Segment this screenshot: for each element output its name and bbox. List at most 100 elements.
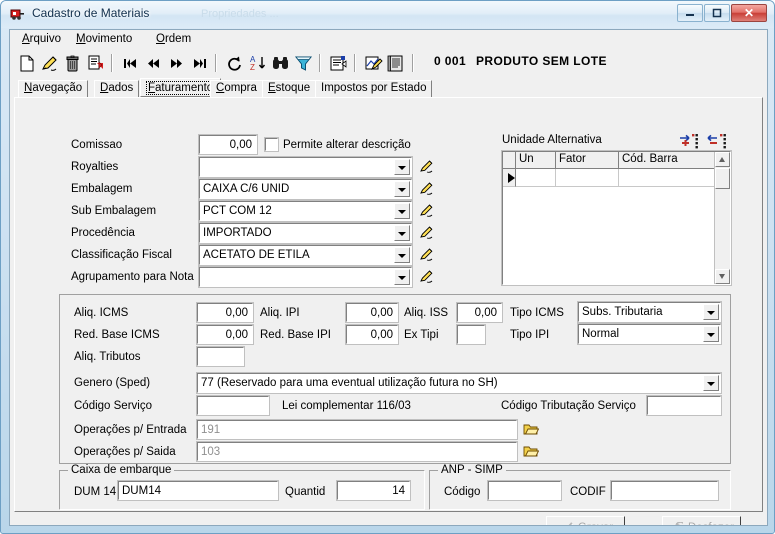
tipo-icms-combo[interactable]: Subs. Tributaria	[577, 301, 722, 323]
edit-pencil-icon[interactable]	[419, 159, 435, 174]
cell-cod-barra[interactable]	[619, 169, 717, 187]
edit-pencil-icon[interactable]	[419, 203, 435, 218]
chevron-down-icon[interactable]	[703, 375, 719, 391]
minimize-button[interactable]	[677, 4, 703, 22]
scroll-down-icon[interactable]	[715, 269, 730, 284]
anp-codif-input[interactable]	[610, 480, 719, 501]
anp-codigo-input[interactable]	[487, 480, 562, 501]
label-agrupamento-para-nota: Agrupamento para Nota	[71, 271, 194, 283]
refresh-icon[interactable]	[224, 53, 245, 74]
toolbar-separator	[111, 54, 113, 72]
undo-button[interactable]: Desfazer	[662, 516, 741, 525]
grid-header-fator[interactable]: Fator	[556, 152, 619, 169]
next-record-icon[interactable]	[166, 53, 187, 74]
close-icon: ✕	[743, 6, 755, 20]
menu-arquivo[interactable]: Arquivo	[18, 33, 65, 45]
edit-pencil-icon[interactable]	[419, 181, 435, 196]
cell-fator[interactable]	[556, 169, 619, 187]
tab-compra[interactable]: Compra	[210, 80, 263, 97]
list-report-icon[interactable]	[386, 53, 407, 74]
codigo-servico-input[interactable]	[196, 395, 270, 416]
tipo-icms-value: Subs. Tributaria	[582, 306, 663, 318]
chevron-down-icon[interactable]	[394, 269, 410, 285]
filter-funnel-icon[interactable]	[293, 53, 314, 74]
red-base-icms-input[interactable]: 0,00	[196, 324, 254, 345]
red-base-ipi-input[interactable]: 0,00	[345, 324, 399, 345]
permite-alterar-descricao-checkbox[interactable]	[264, 137, 279, 152]
save-button[interactable]: Gravar	[546, 516, 625, 525]
grid-header-un[interactable]: Un	[516, 152, 556, 169]
aliq-tributos-input[interactable]	[196, 346, 245, 367]
folder-open-icon[interactable]	[523, 444, 539, 458]
sub-embalagem-combo[interactable]: PCT COM 12	[198, 200, 413, 222]
tab-impostos-por-estado[interactable]: Impostos por Estado	[315, 80, 433, 97]
ex-tipi-input[interactable]	[456, 324, 486, 345]
properties-icon[interactable]	[328, 53, 349, 74]
tipo-ipi-combo[interactable]: Normal	[577, 323, 722, 345]
aliq-ipi-input[interactable]: 0,00	[345, 302, 399, 323]
remove-row-icon[interactable]	[707, 133, 727, 149]
sort-az-icon[interactable]: A Z	[247, 53, 268, 74]
edit-pencil-icon[interactable]	[39, 53, 60, 74]
chevron-down-icon[interactable]	[394, 159, 410, 175]
dum14-input[interactable]: DUM14	[117, 480, 279, 501]
tab-dados[interactable]: Dados	[94, 80, 140, 97]
aliq-iss-input[interactable]: 0,00	[456, 302, 503, 323]
edit-pencil-icon[interactable]	[419, 225, 435, 240]
previous-record-icon[interactable]	[143, 53, 164, 74]
operacoes-saida-input[interactable]: 103	[196, 441, 518, 462]
grid-vertical-scrollbar[interactable]	[714, 152, 730, 284]
cancel-document-icon[interactable]	[85, 53, 106, 74]
tab-estoque[interactable]: Estoque	[262, 80, 317, 97]
label-aliq-icms: Aliq. ICMS	[74, 307, 129, 319]
chevron-down-icon[interactable]	[394, 203, 410, 219]
scrollbar-thumb[interactable]	[715, 168, 730, 189]
table-row[interactable]	[503, 169, 730, 187]
edit-pencil-icon[interactable]	[419, 269, 435, 284]
unidade-alternativa-grid[interactable]: Un Fator Cód. Barra	[501, 150, 732, 286]
report-edit-icon[interactable]	[363, 53, 384, 74]
maximize-button[interactable]	[704, 4, 730, 22]
label-operacoes-saida: Operações p/ Saida	[74, 446, 176, 458]
grid-header-cod-barra[interactable]: Cód. Barra	[619, 152, 717, 169]
embalagem-combo[interactable]: CAIXA C/6 UNID	[198, 178, 413, 200]
operacoes-entrada-input[interactable]: 191	[196, 419, 518, 440]
cell-un[interactable]	[516, 169, 556, 187]
edit-pencil-icon[interactable]	[419, 247, 435, 262]
label-ex-tipi: Ex Tipi	[404, 329, 439, 341]
close-button[interactable]: ✕	[731, 4, 767, 22]
chevron-down-icon[interactable]	[394, 181, 410, 197]
toolbar-separator	[354, 54, 356, 72]
comissao-input[interactable]: 0,00	[198, 134, 258, 155]
title-bar[interactable]: Propriedades ... Cadastro de Materiais ✕	[1, 1, 774, 28]
chevron-down-icon[interactable]	[703, 326, 719, 342]
chevron-down-icon[interactable]	[394, 225, 410, 241]
chevron-down-icon[interactable]	[394, 247, 410, 263]
background-window-title: Propriedades ...	[201, 8, 279, 20]
add-row-icon[interactable]	[679, 133, 699, 149]
procedencia-combo[interactable]: IMPORTADO	[198, 222, 413, 244]
scroll-up-icon[interactable]	[715, 152, 730, 167]
label-quantid: Quantid	[285, 486, 326, 498]
menu-movimento[interactable]: Movimento	[72, 33, 136, 45]
delete-trash-icon[interactable]	[62, 53, 83, 74]
agrupamento-para-nota-combo[interactable]	[198, 266, 413, 288]
folder-open-icon[interactable]	[523, 422, 539, 436]
chevron-down-icon[interactable]	[703, 304, 719, 320]
first-record-icon[interactable]	[120, 53, 141, 74]
new-record-icon[interactable]	[16, 53, 37, 74]
label-tipo-ipi: Tipo IPI	[510, 329, 550, 341]
tab-navegacao[interactable]: Navegação	[18, 80, 89, 97]
embalagem-value: CAIXA C/6 UNID	[203, 183, 290, 195]
genero-sped-combo[interactable]: 77 (Reservado para uma eventual utilizaç…	[196, 372, 722, 394]
menu-ordem[interactable]: Ordem	[152, 33, 195, 45]
binoculars-search-icon[interactable]	[270, 53, 291, 74]
royalties-combo[interactable]	[198, 156, 413, 178]
last-record-icon[interactable]	[189, 53, 210, 74]
codigo-tributacao-servico-input[interactable]	[646, 395, 722, 416]
toolbar-separator	[319, 54, 321, 72]
row-selector[interactable]	[503, 169, 516, 187]
aliq-icms-input[interactable]: 0,00	[196, 302, 254, 323]
classificacao-fiscal-combo[interactable]: ACETATO DE ETILA	[198, 244, 413, 266]
quantid-input[interactable]: 14	[336, 480, 411, 501]
